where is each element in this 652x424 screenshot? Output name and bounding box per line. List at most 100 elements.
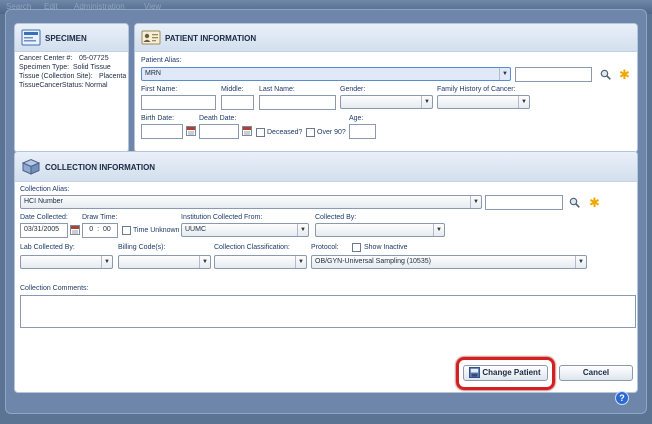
lab-collected-by-label: Lab Collected By:	[20, 244, 75, 251]
chevron-down-icon: ▼	[433, 224, 444, 236]
date-collected-label: Date Collected:	[20, 214, 68, 221]
specimen-panel: SPECIMEN Cancer Center #: 05-07725 Speci…	[14, 23, 129, 153]
patient-alias-value: MRN	[145, 70, 161, 77]
billing-codes-label: Billing Code(s):	[118, 244, 166, 251]
collection-info-header: COLLECTION INFORMATION	[15, 152, 637, 182]
specimen-type-label: Specimen Type:	[19, 64, 70, 71]
age-field[interactable]	[349, 124, 376, 139]
draw-time-colon: :	[97, 226, 100, 233]
protocol-value: OB/GYN-Universal Sampling (10535)	[315, 258, 431, 265]
last-name-label: Last Name:	[259, 86, 295, 93]
deceased-label: Deceased?	[267, 129, 303, 136]
date-collected-value: 03/31/2005	[24, 226, 60, 233]
collection-info-title: COLLECTION INFORMATION	[45, 163, 156, 172]
help-glyph: ?	[619, 393, 625, 403]
middle-name-label: Middle:	[221, 86, 244, 93]
search-icon[interactable]	[569, 197, 580, 208]
cancer-center-label: Cancer Center #:	[19, 55, 73, 62]
chevron-down-icon: ▼	[199, 256, 210, 268]
search-icon[interactable]	[600, 69, 611, 80]
collection-classification-select[interactable]: ▼	[214, 255, 307, 269]
over-90-checkbox[interactable]	[306, 128, 315, 137]
age-label: Age:	[349, 115, 364, 122]
collection-alias-select[interactable]: HCI Number ▼	[20, 195, 482, 209]
time-unknown-label: Time Unknown	[133, 227, 180, 234]
change-patient-icon	[469, 367, 480, 378]
collection-comments-textarea[interactable]	[20, 295, 636, 328]
billing-codes-select[interactable]: ▼	[118, 255, 211, 269]
collected-by-select[interactable]: ▼	[315, 223, 445, 237]
draw-hour: 0	[89, 226, 94, 233]
draw-minute: 00	[102, 226, 111, 233]
patient-info-panel: PATIENT INFORMATION Patient Alias: MRN ▼…	[134, 23, 638, 153]
tissue-site-value: Placenta	[99, 73, 127, 80]
over-90-label: Over 90?	[317, 129, 346, 136]
draw-time-label: Draw Time:	[82, 214, 118, 221]
change-patient-dialog: SPECIMEN Cancer Center #: 05-07725 Speci…	[5, 9, 647, 414]
collection-box-icon	[21, 158, 41, 175]
collection-alias-label: Collection Alias:	[20, 186, 70, 193]
institution-value: UUMC	[185, 226, 206, 233]
birth-date-field[interactable]	[141, 124, 183, 139]
calendar-icon[interactable]	[186, 126, 196, 136]
draw-time-field[interactable]: 0 : 00	[82, 223, 118, 238]
cancel-label: Cancel	[582, 368, 610, 377]
chevron-down-icon: ▼	[518, 96, 529, 108]
institution-select[interactable]: UUMC ▼	[181, 223, 309, 237]
change-patient-label: Change Patient	[482, 368, 541, 377]
cancel-button[interactable]: Cancel	[559, 365, 633, 381]
institution-label: Institution Collected From:	[181, 214, 263, 221]
collection-alias-value: HCI Number	[24, 198, 63, 205]
collection-comments-label: Collection Comments:	[20, 285, 89, 292]
death-date-label: Death Date:	[199, 115, 237, 122]
death-date-field[interactable]	[199, 124, 239, 139]
first-name-label: First Name:	[141, 86, 178, 93]
new-collection-star-icon[interactable]: ✱	[589, 196, 600, 209]
chevron-down-icon: ▼	[575, 256, 586, 268]
family-history-select[interactable]: ▼	[437, 95, 530, 109]
patient-info-header: PATIENT INFORMATION	[135, 24, 637, 52]
protocol-select[interactable]: OB/GYN-Universal Sampling (10535) ▼	[311, 255, 587, 269]
middle-name-field[interactable]	[221, 95, 254, 110]
calendar-icon[interactable]	[70, 225, 80, 235]
gender-label: Gender:	[340, 86, 366, 93]
calendar-icon[interactable]	[242, 126, 252, 136]
first-name-field[interactable]	[141, 95, 216, 110]
gender-select[interactable]: ▼	[340, 95, 433, 109]
last-name-field[interactable]	[259, 95, 336, 110]
change-patient-button[interactable]: Change Patient	[463, 365, 548, 381]
deceased-checkbox[interactable]	[256, 128, 265, 137]
lab-collected-by-select[interactable]: ▼	[20, 255, 113, 269]
collected-by-label: Collected By:	[315, 214, 357, 221]
time-unknown-checkbox[interactable]	[122, 226, 131, 235]
chevron-down-icon: ▼	[470, 196, 481, 208]
birth-date-label: Birth Date:	[141, 115, 175, 122]
tissue-site-label: Tissue (Collection Site):	[19, 73, 93, 80]
chevron-down-icon: ▼	[499, 68, 510, 80]
chevron-down-icon: ▼	[421, 96, 432, 108]
chevron-down-icon: ▼	[295, 256, 306, 268]
patient-id-card-icon	[141, 30, 161, 45]
specimen-title: SPECIMEN	[45, 34, 87, 43]
new-patient-star-icon[interactable]: ✱	[619, 68, 630, 81]
protocol-label: Protocol:	[311, 244, 339, 251]
chevron-down-icon: ▼	[297, 224, 308, 236]
show-inactive-checkbox[interactable]	[352, 243, 361, 252]
patient-alias-input[interactable]	[515, 67, 592, 82]
tissue-cancer-status-value: Normal	[85, 82, 108, 89]
tissue-cancer-status-label: TissueCancerStatus:	[19, 82, 84, 89]
show-inactive-label: Show Inactive	[364, 244, 408, 251]
family-history-label: Family History of Cancer:	[437, 86, 516, 93]
date-collected-field[interactable]: 03/31/2005	[20, 223, 68, 238]
patient-alias-label: Patient Alias:	[141, 57, 182, 64]
specimen-type-value: Solid Tissue	[73, 64, 111, 71]
help-icon[interactable]: ?	[615, 391, 629, 405]
specimen-card-icon	[21, 29, 41, 46]
specimen-header: SPECIMEN	[15, 24, 128, 52]
patient-alias-select[interactable]: MRN ▼	[141, 67, 511, 81]
chevron-down-icon: ▼	[101, 256, 112, 268]
collection-alias-input[interactable]	[485, 195, 563, 210]
patient-info-title: PATIENT INFORMATION	[165, 34, 257, 43]
collection-classification-label: Collection Classification:	[214, 244, 290, 251]
cancer-center-value: 05-07725	[79, 55, 109, 62]
